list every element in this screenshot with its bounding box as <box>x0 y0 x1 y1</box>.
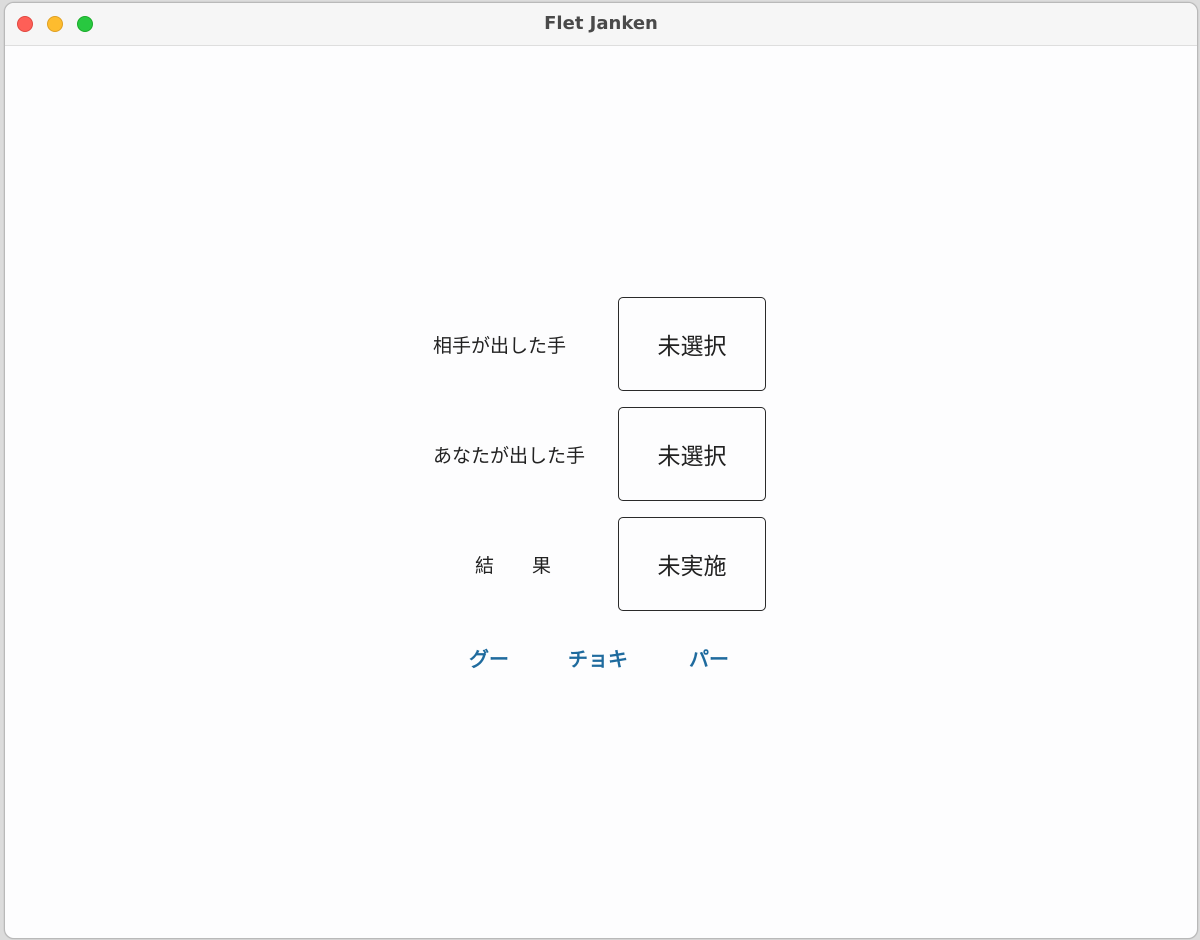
window-title: Flet Janken <box>544 13 658 34</box>
rock-button[interactable]: グー <box>469 643 509 671</box>
title-bar[interactable]: Flet Janken <box>5 3 1197 46</box>
opponent-hand-value: 未選択 <box>618 297 766 391</box>
opponent-hand-label: 相手が出した手 <box>433 335 567 357</box>
result-value: 未実施 <box>618 517 766 611</box>
scissors-button[interactable]: チョキ <box>568 643 628 671</box>
app-window: Flet Janken 相手が出した手 未選択 あなたが出した手 未選択 結 果… <box>4 2 1198 939</box>
result-label: 結 果 <box>475 555 552 577</box>
paper-button[interactable]: パー <box>689 643 729 671</box>
player-hand-value: 未選択 <box>618 407 766 501</box>
player-hand-label: あなたが出した手 <box>433 445 586 467</box>
